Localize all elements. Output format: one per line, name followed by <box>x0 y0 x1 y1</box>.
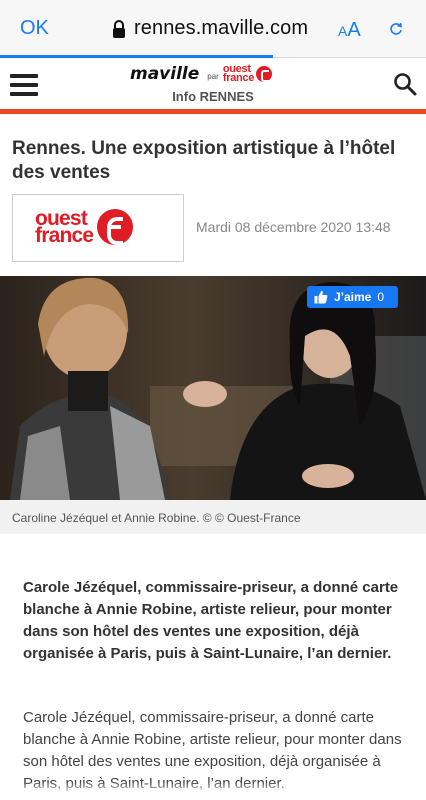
lock-icon <box>113 19 125 38</box>
article-title: Rennes. Une exposition artistique à l’hô… <box>12 138 396 183</box>
source-logo-line2: france <box>35 224 94 247</box>
header-accent-rule <box>0 109 426 114</box>
done-button[interactable]: OK <box>20 17 49 40</box>
article-photo <box>0 276 426 500</box>
site-logo[interactable]: maville par ouest france <box>130 64 273 84</box>
ouest-france-emblem-icon <box>97 209 134 245</box>
browser-toolbar: OK rennes.maville.com AA <box>0 0 426 58</box>
partner-line2: france <box>222 72 255 84</box>
article-lead: Carole Jézéquel, commissaire-priseur, a … <box>23 579 399 662</box>
brand-par: par <box>207 71 219 81</box>
source-logo-text: ouest france <box>35 208 94 247</box>
text-size-button[interactable]: AA <box>338 19 361 42</box>
bottom-fade <box>0 782 426 800</box>
site-header: maville par ouest france Info RENNES <box>0 58 426 110</box>
brand-name: maville <box>130 64 200 84</box>
search-icon[interactable] <box>393 72 417 96</box>
partner-logo-icon <box>256 66 273 82</box>
site-subtitle: Info RENNES <box>172 89 254 104</box>
like-count: 0 <box>377 290 385 304</box>
thumbs-up-icon <box>314 290 328 304</box>
text-size-small-label: A <box>338 23 348 39</box>
address-bar[interactable]: rennes.maville.com <box>112 17 308 40</box>
text-size-large-label: A <box>347 19 361 41</box>
article-photo-illustration <box>0 276 426 500</box>
partner-logo-text: ouest france <box>222 64 255 84</box>
source-logo-box[interactable]: ouest france <box>12 194 184 262</box>
ouest-france-logo: ouest france <box>35 208 134 247</box>
article-date: Mardi 08 décembre 2020 13:48 <box>196 219 391 235</box>
url-text: rennes.maville.com <box>134 17 309 39</box>
facebook-like-button[interactable]: J’aime 0 <box>307 286 398 308</box>
photo-caption: Caroline Jézéquel et Annie Robine. © © O… <box>0 500 426 534</box>
like-label: J’aime <box>334 290 372 304</box>
reload-icon[interactable] <box>389 22 403 36</box>
